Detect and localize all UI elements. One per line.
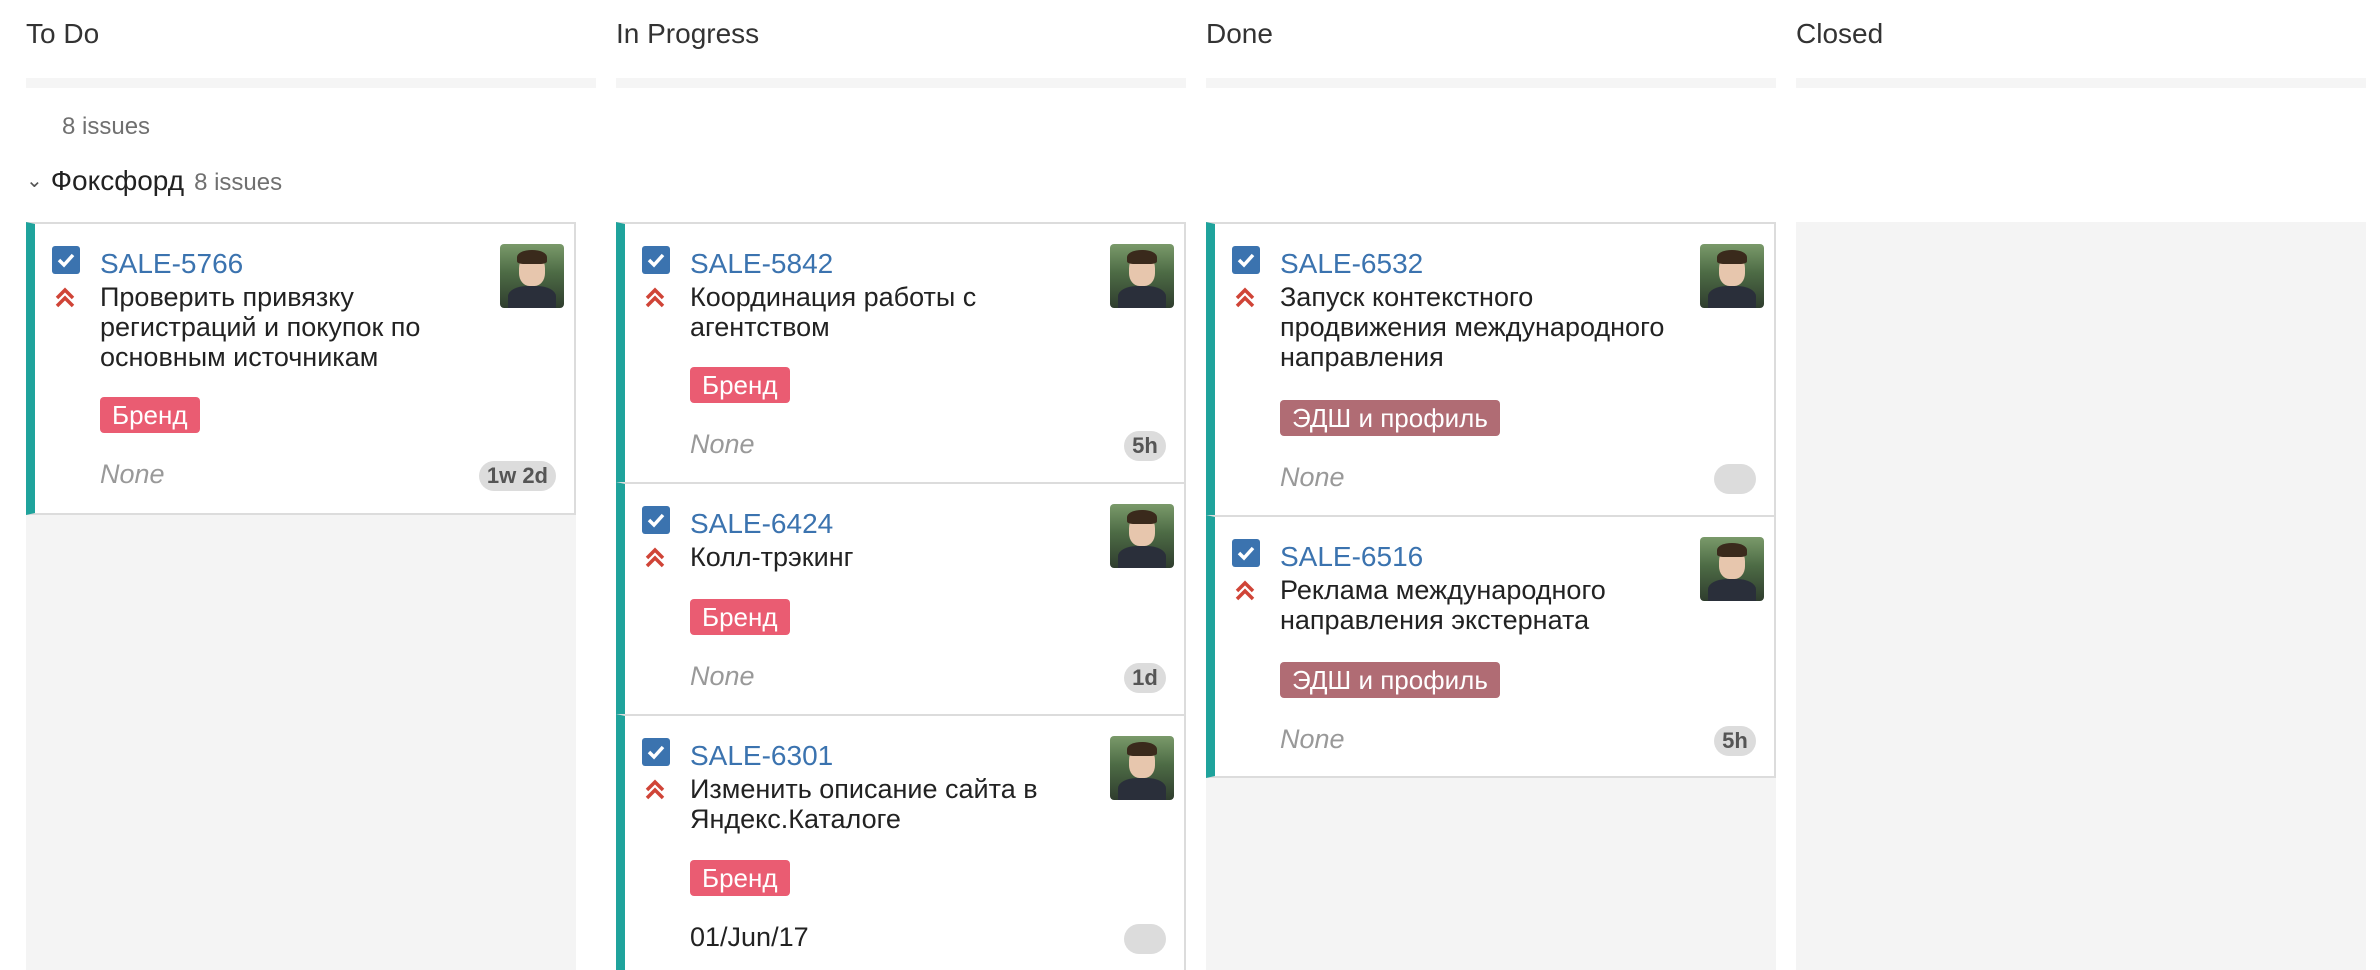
column-closed [1796,222,2366,970]
checkbox-icon [642,246,670,274]
assignee-avatar[interactable] [1110,244,1174,308]
column-header-done: Done [1206,18,1273,49]
fix-version: None [1280,724,1345,754]
issue-card[interactable]: SALE-5842 Координация работы с агентство… [616,222,1186,484]
fix-version: None [1280,462,1345,492]
chevron-down-icon[interactable]: ⌄ [26,168,43,193]
estimate-badge [1714,464,1756,494]
label-badge: ЭДШ и профиль [1280,400,1500,436]
assignee-avatar[interactable] [1110,736,1174,800]
highest-priority-icon [1235,580,1255,601]
highest-priority-icon [55,287,75,308]
issue-summary: Координация работы с агентством [690,282,977,342]
assignee-avatar[interactable] [500,244,564,308]
issue-summary: Проверить привязку регистраций и покупок… [100,282,421,372]
estimate-badge: 1d [1124,663,1166,693]
checkbox-icon [1232,246,1260,274]
issue-card[interactable]: SALE-6424 Колл-трэкинг Бренд None 1d [616,482,1186,716]
fix-version: None [690,661,755,691]
checkbox-icon [642,506,670,534]
issue-summary: Колл-трэкинг [690,542,854,572]
issue-count-summary: 8 issues [62,113,151,140]
highest-priority-icon [645,779,665,800]
label-badge: Бренд [690,599,790,635]
issue-card[interactable]: SALE-6516 Реклама международного направл… [1206,515,1776,778]
column-header-in-progress: In Progress [616,18,760,49]
issue-summary: Реклама международного направления эксте… [1280,575,1606,635]
fix-version: None [100,459,165,489]
fix-version: 01/Jun/17 [690,922,809,952]
column-header-closed: Closed [1796,18,1884,49]
checkbox-icon [52,246,80,274]
issue-card[interactable]: SALE-6301 Изменить описание сайта в Янде… [616,714,1186,970]
column-todo: SALE-5766 Проверить привязку регистраций… [26,222,576,970]
issue-key-link[interactable]: SALE-6301 [690,740,833,772]
assignee-avatar[interactable] [1110,504,1174,568]
column-header-bar-todo [26,78,596,88]
issue-key-link[interactable]: SALE-5842 [690,248,833,280]
highest-priority-icon [1235,287,1255,308]
estimate-badge: 5h [1124,431,1166,461]
column-in-progress: SALE-5842 Координация работы с агентство… [616,222,1186,970]
swimlane-count: 8 issues [194,169,283,196]
issue-key-link[interactable]: SALE-5766 [100,248,243,280]
label-badge: Бренд [690,860,790,896]
label-badge: Бренд [100,397,200,433]
highest-priority-icon [645,287,665,308]
label-badge: ЭДШ и профиль [1280,662,1500,698]
swimlane-header[interactable]: ⌄ Фоксфорд 8 issues [26,165,282,197]
issue-card[interactable]: SALE-5766 Проверить привязку регистраций… [26,222,576,515]
issue-card[interactable]: SALE-6532 Запуск контекстного продвижени… [1206,222,1776,517]
issue-key-link[interactable]: SALE-6516 [1280,541,1423,573]
assignee-avatar[interactable] [1700,537,1764,601]
estimate-badge: 1w 2d [478,461,556,491]
column-header-bar-done [1206,78,1776,88]
label-badge: Бренд [690,367,790,403]
checkbox-icon [642,738,670,766]
issue-summary: Изменить описание сайта в Яндекс.Каталог… [690,774,1038,834]
estimate-badge [1124,924,1166,954]
estimate-badge: 5h [1714,726,1756,756]
column-header-bar-closed [1796,78,2366,88]
issue-key-link[interactable]: SALE-6424 [690,508,833,540]
column-done: SALE-6532 Запуск контекстного продвижени… [1206,222,1776,970]
checkbox-icon [1232,539,1260,567]
issue-summary: Запуск контекстного продвижения междунар… [1280,282,1665,372]
swimlane-name: Фоксфорд [50,165,185,196]
highest-priority-icon [645,547,665,568]
column-header-todo: To Do [26,18,100,49]
issue-key-link[interactable]: SALE-6532 [1280,248,1423,280]
assignee-avatar[interactable] [1700,244,1764,308]
fix-version: None [690,429,755,459]
column-header-bar-in-progress [616,78,1186,88]
